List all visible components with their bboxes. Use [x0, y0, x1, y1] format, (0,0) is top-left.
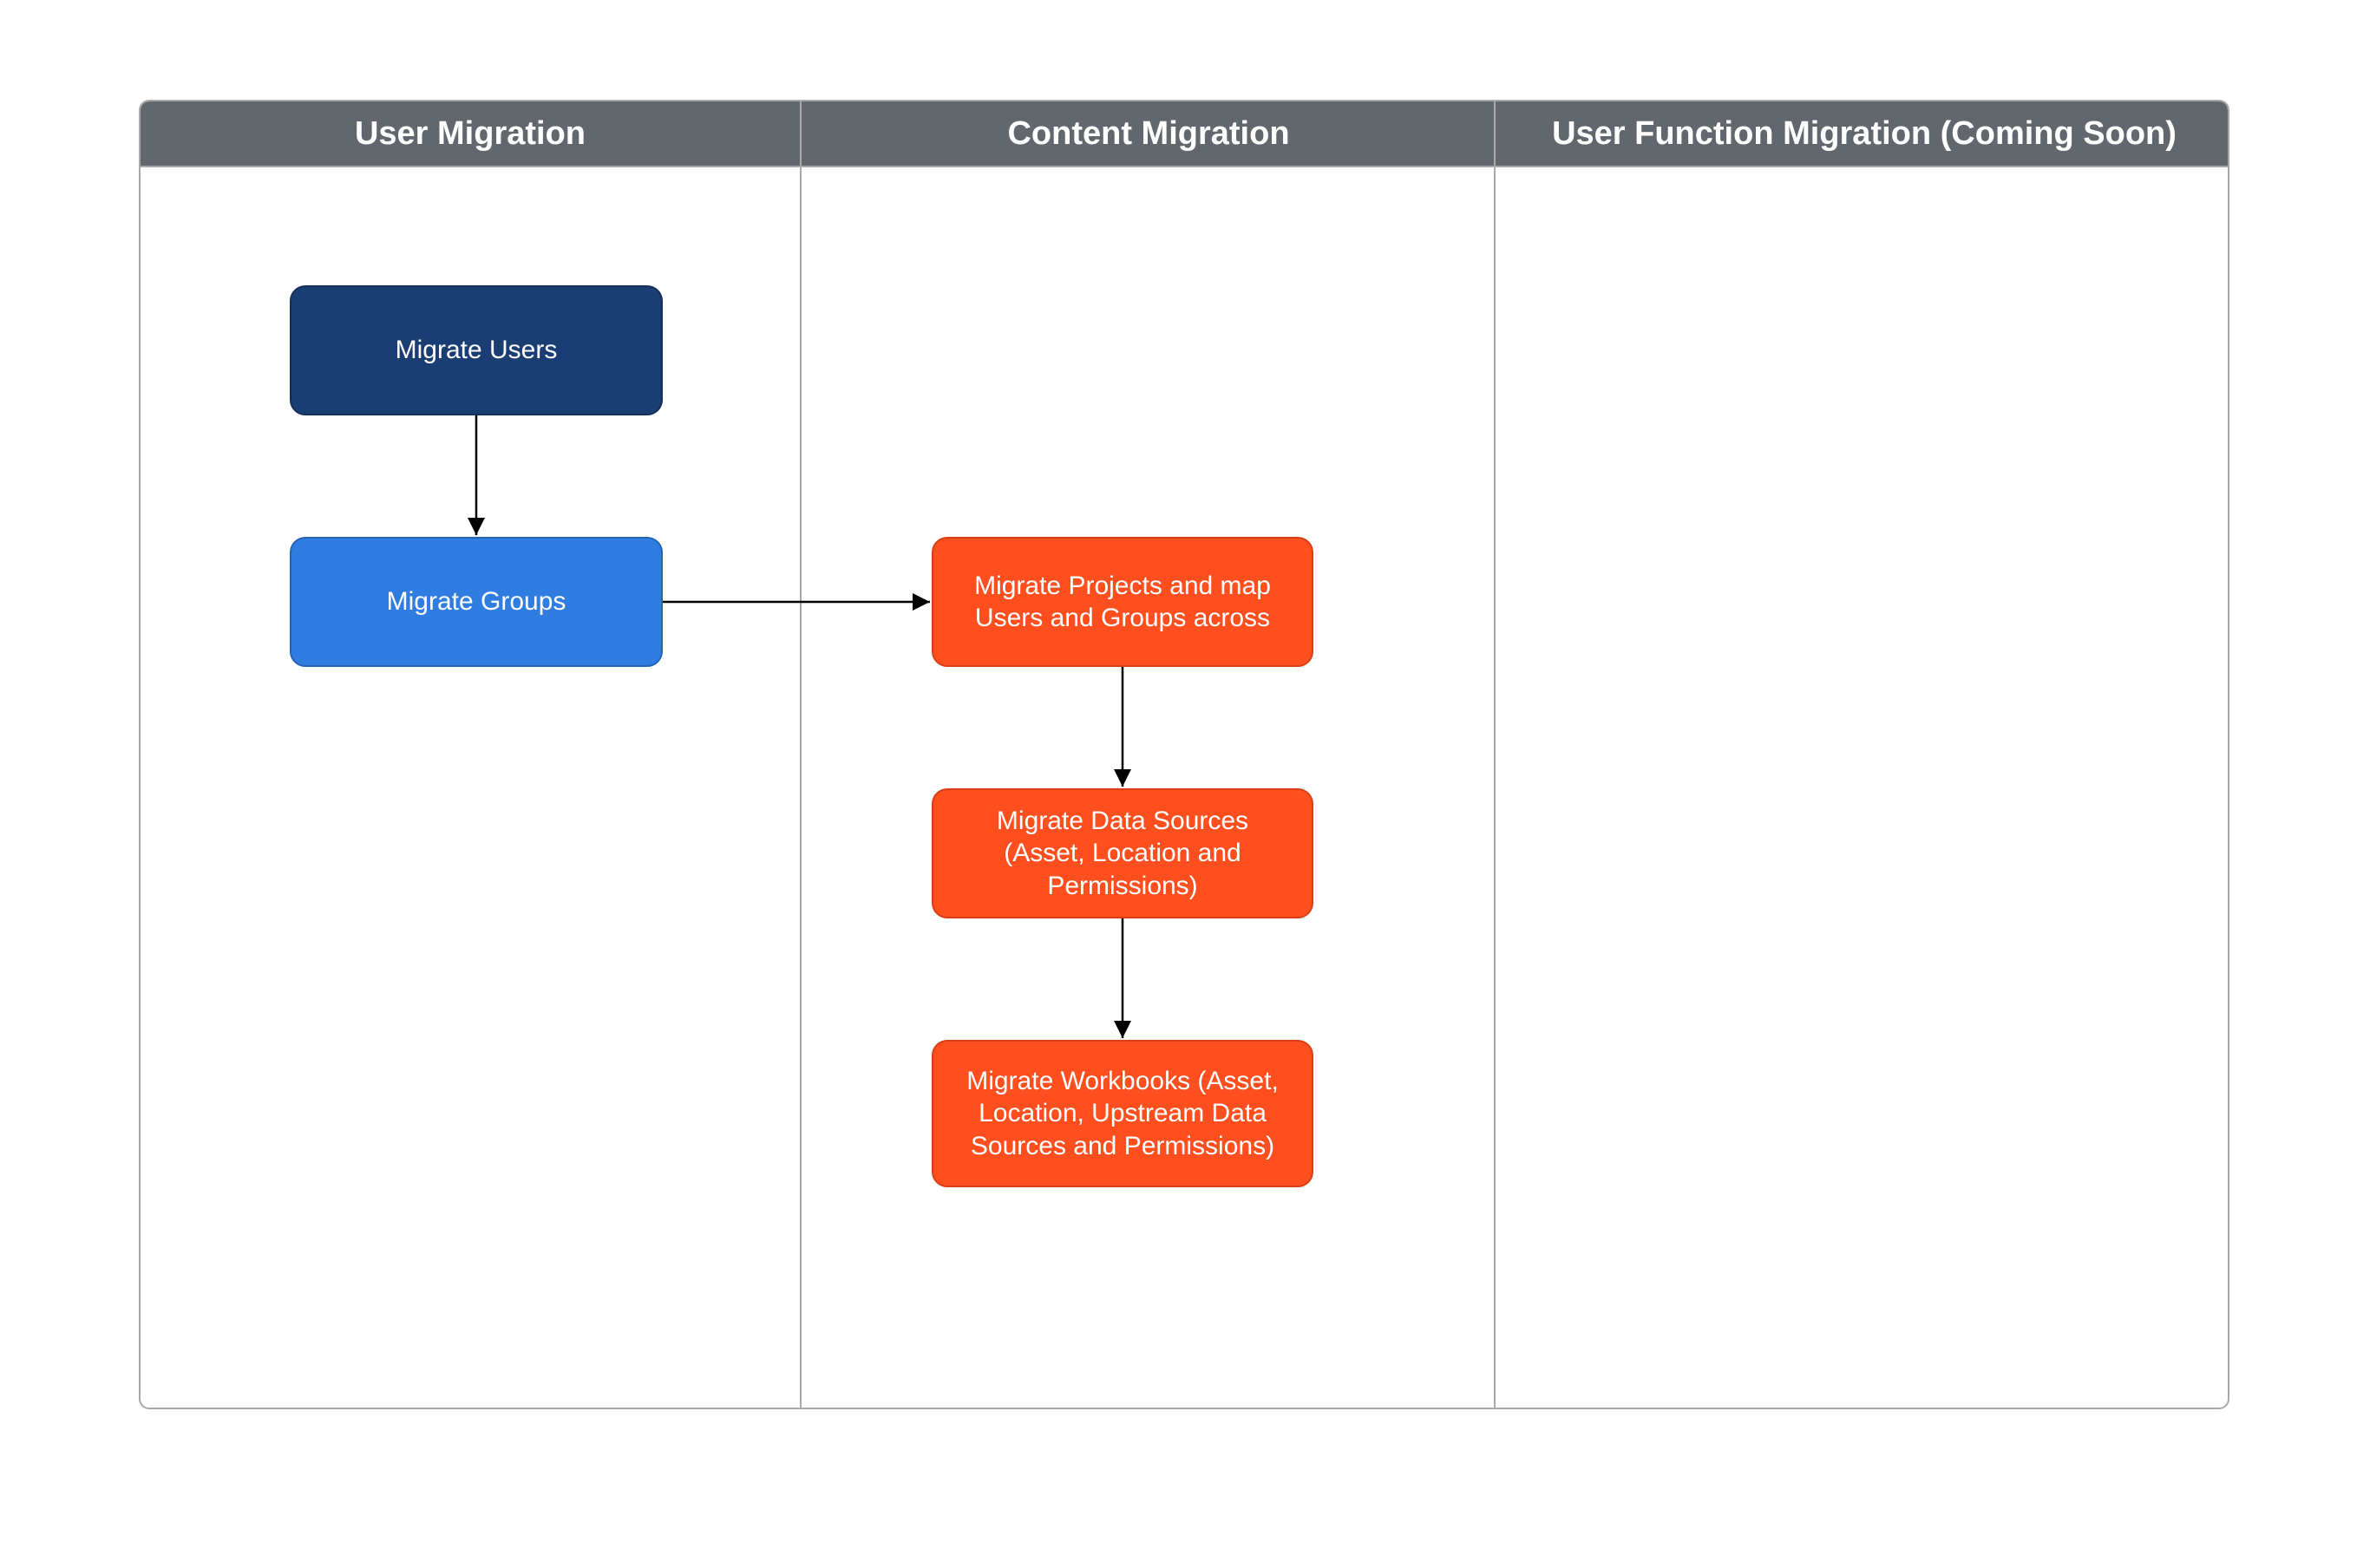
node-label: Migrate Users — [396, 334, 558, 367]
node-migrate-data-sources: Migrate Data Sources (Asset, Location an… — [932, 788, 1313, 918]
lane-divider — [1494, 166, 1496, 1408]
node-label: Migrate Workbooks (Asset, Location, Upst… — [954, 1065, 1291, 1163]
diagram-canvas: User Migration Content Migration User Fu… — [0, 0, 2370, 1568]
node-label: Migrate Groups — [387, 585, 566, 618]
lane-title: User Migration — [355, 115, 586, 153]
node-migrate-users: Migrate Users — [290, 285, 663, 415]
lane-header-content-migration: Content Migration — [800, 101, 1496, 167]
lane-header-user-function-migration: User Function Migration (Coming Soon) — [1494, 101, 2229, 167]
lane-header-user-migration: User Migration — [141, 101, 800, 167]
node-migrate-workbooks: Migrate Workbooks (Asset, Location, Upst… — [932, 1040, 1313, 1187]
node-migrate-projects: Migrate Projects and map Users and Group… — [932, 537, 1313, 667]
lane-title: User Function Migration (Coming Soon) — [1552, 115, 2177, 153]
lane-divider — [800, 166, 802, 1408]
node-migrate-groups: Migrate Groups — [290, 537, 663, 667]
node-label: Migrate Projects and map Users and Group… — [954, 570, 1291, 635]
swimlane-frame: User Migration Content Migration User Fu… — [139, 100, 2229, 1409]
node-label: Migrate Data Sources (Asset, Location an… — [954, 805, 1291, 903]
lane-title: Content Migration — [1007, 115, 1289, 153]
